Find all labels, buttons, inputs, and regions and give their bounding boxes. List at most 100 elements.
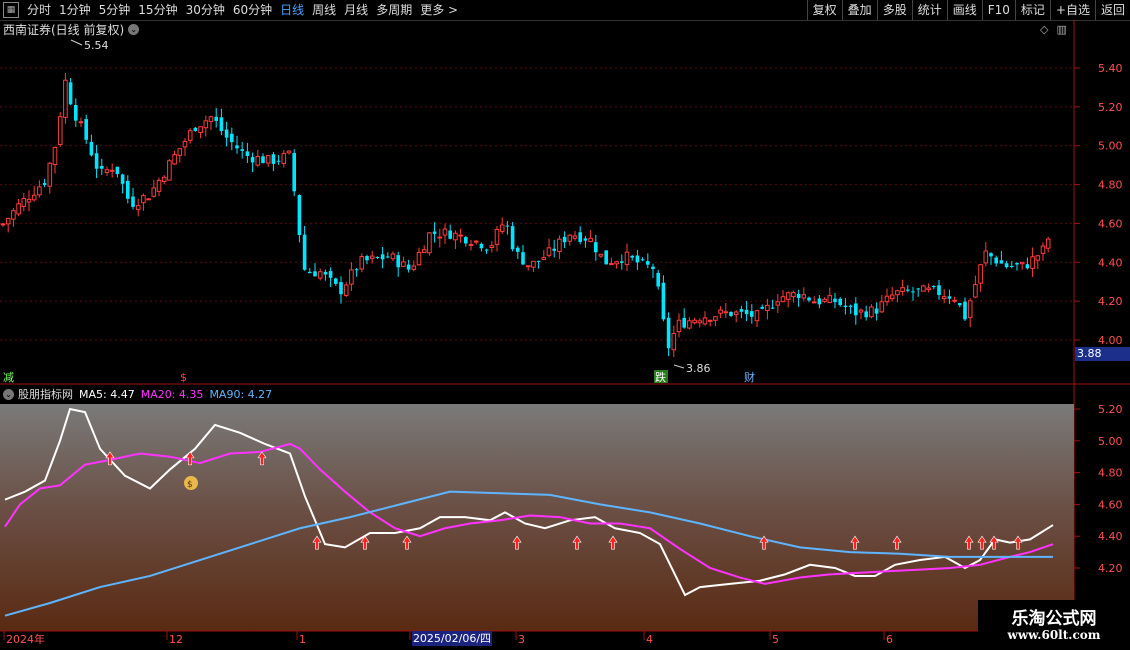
candle-body [1019, 261, 1025, 265]
candle-body [177, 148, 183, 156]
candle-body [640, 259, 645, 261]
candle-body [1045, 238, 1051, 249]
candle-body [822, 298, 827, 302]
main-price-tick: 4.00 [1098, 334, 1123, 347]
candle-body [635, 255, 640, 263]
candle-body [754, 310, 760, 322]
candle-body [453, 232, 458, 241]
candle-body [292, 153, 296, 192]
candle-body [208, 116, 214, 122]
x-axis-label: 4 [646, 633, 653, 646]
candle-body [879, 301, 885, 313]
candle-body [760, 306, 764, 309]
x-axis-label: 5 [772, 633, 779, 646]
ind-price-tick: 4.20 [1098, 562, 1123, 575]
candle-body [261, 156, 265, 164]
candle-body [78, 121, 84, 124]
candle-body [557, 238, 562, 252]
candle-body [499, 224, 505, 232]
candle-body [578, 232, 582, 242]
kline-chart[interactable]: 5.40 5.20 5.00 4.80 4.60 4.40 4.20 4.00 5.20 5.0… [0, 0, 1130, 650]
candle-body [369, 255, 375, 259]
candle-body [339, 282, 343, 295]
candle-body [255, 156, 261, 166]
candle-body [442, 228, 448, 236]
candle-body [572, 235, 578, 239]
candle-body [656, 272, 660, 287]
candle-body [941, 296, 947, 300]
candle-body [916, 288, 920, 290]
candle-body [297, 194, 302, 236]
candle-body [109, 169, 115, 172]
candle-body [198, 126, 203, 134]
candle-body [271, 154, 276, 164]
watermark: 乐淘公式网 www.60lt.com [978, 600, 1130, 650]
candle-body [729, 311, 733, 316]
candle-body [937, 285, 941, 296]
candle-body [411, 265, 417, 270]
indicator-name: 股朋指标网 [18, 388, 73, 401]
candle-body [489, 245, 495, 248]
x-axis-label: 6 [886, 633, 893, 646]
candle-body [52, 146, 58, 166]
candle-body [146, 198, 151, 201]
candle-body [505, 225, 510, 227]
indicator-price-ticks: 5.20 5.00 4.80 4.60 4.40 4.20 [1074, 403, 1123, 575]
candle-body [604, 250, 608, 265]
candle-body [594, 242, 598, 253]
main-price-tick: 5.40 [1098, 62, 1123, 75]
candle-body [744, 309, 749, 315]
candle-body [854, 303, 858, 316]
candle-body [765, 304, 770, 311]
candle-body [588, 237, 593, 242]
candle-body [661, 282, 666, 320]
marker-fall[interactable]: 跌 [655, 370, 666, 384]
candle-body [614, 261, 619, 265]
candle-body [57, 116, 63, 145]
candle-body [151, 187, 157, 197]
candle-body [646, 261, 650, 265]
last-price-badge: 3.88 [1075, 347, 1130, 361]
candle-body [161, 176, 167, 182]
chevron-down-icon[interactable]: ⌄ [3, 388, 14, 400]
candle-body [770, 307, 775, 309]
candle-body [838, 298, 842, 305]
candle-body [906, 289, 910, 291]
watermark-url: www.60lt.com [1007, 628, 1101, 642]
candle-body [323, 271, 328, 275]
candle-body [104, 169, 110, 173]
candle-body [546, 247, 552, 256]
marker-finance[interactable]: 财 [744, 370, 755, 384]
candle-body [74, 104, 78, 121]
candle-body [131, 196, 135, 207]
candle-body [68, 82, 73, 105]
candle-body [235, 145, 239, 149]
candle-body [707, 319, 713, 322]
ind-price-tick: 5.20 [1098, 403, 1123, 416]
candle-body [666, 317, 671, 349]
ind-price-tick: 5.00 [1098, 435, 1123, 448]
candle-body [952, 299, 957, 302]
main-price-tick: 4.40 [1098, 256, 1123, 269]
candle-body [390, 253, 396, 260]
ma5-value: MA5: 4.47 [79, 387, 135, 401]
indicator-panel [0, 404, 1074, 631]
candle-body [525, 265, 531, 268]
candle-body [365, 256, 369, 261]
candle-body [651, 266, 655, 270]
candle-body [999, 260, 1004, 264]
candle-body [484, 249, 489, 251]
candle-body [864, 311, 868, 318]
candle-body [286, 150, 292, 154]
candle-body [932, 286, 936, 288]
marker-reduce[interactable]: 减 [3, 371, 14, 384]
candle-body [702, 317, 708, 325]
candle-body [817, 298, 822, 305]
candle-body [135, 205, 141, 211]
candle-body [313, 271, 317, 277]
candle-body [718, 309, 723, 314]
candle-body [750, 311, 754, 317]
candle-body [692, 319, 697, 324]
candle-body [334, 278, 338, 284]
marker-dollar[interactable]: $ [180, 371, 187, 384]
